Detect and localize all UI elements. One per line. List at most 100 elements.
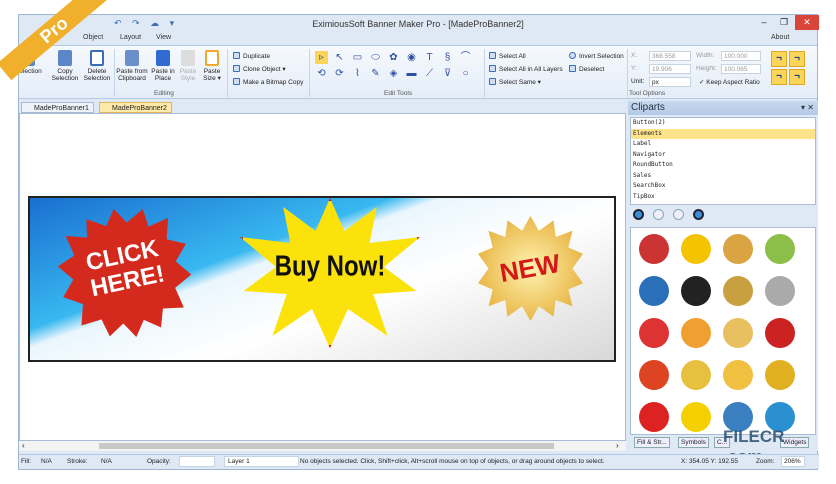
app-window: ↶ ↷ ☁ ▾ EximiousSoft Banner Maker Pro - …	[0, 0, 819, 470]
scroll-right-icon[interactable]: ›	[616, 441, 619, 451]
forward-icon[interactable]	[673, 209, 684, 220]
clipart-category-item[interactable]: Navigator	[631, 150, 815, 161]
horizontal-scrollbar[interactable]: ‹ ›	[19, 441, 626, 451]
edit-tool-icon[interactable]: ▬	[405, 67, 418, 80]
height-field[interactable]: 100.065	[721, 64, 761, 74]
invert-icon	[569, 52, 576, 59]
clipart-category-item[interactable]: Label	[631, 139, 815, 150]
clipart-category-item[interactable]: RoundButton	[631, 160, 815, 171]
edit-tool-icon[interactable]: ⟳	[333, 67, 346, 80]
clipart-thumbnail[interactable]	[681, 234, 711, 264]
edit-tool-icon[interactable]: ▹	[315, 51, 328, 64]
clipart-thumbnail[interactable]	[681, 276, 711, 306]
button-label: Paste Style	[179, 68, 197, 82]
align-top-right-icon[interactable]: ¬	[789, 51, 805, 67]
scroll-left-icon[interactable]: ‹	[22, 441, 25, 451]
last-icon[interactable]	[693, 209, 704, 220]
align-bottom-left-icon[interactable]: ¬	[771, 69, 787, 85]
clipart-thumbnail[interactable]	[639, 318, 669, 348]
first-icon[interactable]	[633, 209, 644, 220]
clipart-thumbnail[interactable]	[765, 318, 795, 348]
clipart-category-item[interactable]: Elements	[631, 128, 815, 139]
tab-madeprobanner2[interactable]: MadeProBanner2	[99, 102, 172, 113]
edit-tool-icon[interactable]: §	[441, 51, 454, 64]
clipart-thumbnail[interactable]	[639, 276, 669, 306]
clipart-thumbnail[interactable]	[681, 402, 711, 432]
clipart-thumbnail[interactable]	[723, 276, 753, 306]
layer-select[interactable]: Layer 1	[224, 456, 299, 467]
clipart-thumbnail[interactable]	[639, 402, 669, 432]
close-button[interactable]: ✕	[795, 15, 819, 30]
edit-tool-icon[interactable]: ⌒	[459, 51, 472, 64]
invert-selection-button[interactable]: Invert Selection	[569, 52, 624, 60]
paste-in-place-button[interactable]: Paste in Place	[150, 50, 176, 82]
width-field[interactable]: 100.000	[721, 51, 761, 61]
edit-tool-icon[interactable]: ✎	[369, 67, 382, 80]
make-bitmap-copy-button[interactable]: Make a Bitmap Copy	[233, 78, 303, 86]
clipart-thumbnail[interactable]	[723, 234, 753, 264]
edit-tool-icon[interactable]: ▭	[351, 51, 364, 64]
window-title: EximiousSoft Banner Maker Pro - [MadePro…	[312, 19, 524, 29]
edit-tool-icon[interactable]: ⊽	[441, 67, 454, 80]
minimize-button[interactable]: –	[754, 15, 774, 30]
edit-tool-icon[interactable]: ⟲	[315, 67, 328, 80]
menu-object[interactable]: Object	[83, 34, 103, 41]
paste-size-icon	[205, 50, 219, 66]
y-field[interactable]: 19.906	[649, 64, 691, 74]
edit-tool-icon[interactable]: ◈	[387, 67, 400, 80]
back-icon[interactable]	[653, 209, 664, 220]
duplicate-button[interactable]: Duplicate	[233, 52, 270, 60]
select-all-button[interactable]: Select All	[489, 52, 526, 60]
edit-tool-icon[interactable]: ○	[459, 67, 472, 80]
button-label: Select Same ▾	[499, 79, 541, 86]
edit-tool-icon[interactable]: ⌇	[351, 67, 364, 80]
tab-madeprobanner1[interactable]: MadeProBanner1	[21, 102, 94, 113]
paste-style-button[interactable]: Paste Style	[177, 50, 199, 82]
align-bottom-right-icon[interactable]: ¬	[789, 69, 805, 85]
paste-from-clipboard-button[interactable]: Paste from Clipboard	[115, 50, 149, 82]
copy-selection-button[interactable]: Copy Selection	[51, 50, 79, 82]
clipart-thumbnail[interactable]	[681, 318, 711, 348]
unit-select[interactable]: px	[649, 77, 691, 87]
clone-object-button[interactable]: Clone Object ▾	[233, 65, 286, 73]
zoom-field[interactable]: 206%	[781, 456, 805, 467]
clipart-thumbnail[interactable]	[639, 360, 669, 390]
clipart-thumbnail[interactable]	[681, 360, 711, 390]
paste-size-button[interactable]: Paste Size ▾	[200, 50, 224, 82]
scroll-thumb[interactable]	[99, 443, 554, 449]
edit-tool-icon[interactable]: ◉	[405, 51, 418, 64]
clipart-thumbnail[interactable]	[765, 234, 795, 264]
button-label: Duplicate	[243, 53, 271, 60]
menu-about[interactable]: About	[771, 34, 789, 41]
clipart-category-list[interactable]: Button(2) Elements Label Navigator RoundButt…	[630, 117, 816, 205]
close-panel-icon[interactable]: ▾ ✕	[801, 101, 814, 115]
opacity-stepper[interactable]	[179, 456, 215, 467]
clipart-thumbnail[interactable]	[723, 360, 753, 390]
deselect-button[interactable]: Deselect	[569, 65, 604, 73]
clipart-category-item[interactable]: TipBox	[631, 192, 815, 203]
menu-view[interactable]: View	[156, 34, 171, 41]
select-all-layers-button[interactable]: Select All in All Layers	[489, 65, 563, 73]
clipart-thumbnail[interactable]	[639, 234, 669, 264]
select-same-button[interactable]: Select Same ▾	[489, 78, 541, 86]
clipart-thumbnail[interactable]	[765, 276, 795, 306]
edit-tool-icon[interactable]: ⟋	[423, 67, 436, 80]
menu-layout[interactable]: Layout	[120, 34, 141, 41]
edit-tool-icon[interactable]: ⬭	[369, 51, 382, 64]
delete-selection-button[interactable]: Delete Selection	[82, 50, 112, 82]
clipart-category-item[interactable]: SearchBox	[631, 181, 815, 192]
edit-tool-icon[interactable]: ↖	[333, 51, 346, 64]
x-field[interactable]: 368.558	[649, 51, 691, 61]
tab-symbols[interactable]: Symbols	[678, 437, 709, 448]
clipart-category-item[interactable]: Sales	[631, 171, 815, 182]
clipart-thumbnail[interactable]	[765, 360, 795, 390]
keep-aspect-checkbox[interactable]: ✓ Keep Aspect Ratio	[699, 78, 760, 86]
canvas[interactable]: CLICK HERE! Buy Now! NEW	[19, 113, 626, 441]
tab-fill-stroke[interactable]: Fill & Str...	[634, 437, 670, 448]
clipart-category-item[interactable]: Button(2)	[631, 118, 815, 129]
edit-tool-icon[interactable]: ✿	[387, 51, 400, 64]
edit-tool-icon[interactable]: T	[423, 51, 436, 64]
clipart-thumbnail[interactable]	[723, 318, 753, 348]
align-top-left-icon[interactable]: ¬	[771, 51, 787, 67]
restore-button[interactable]: ❐	[774, 15, 794, 30]
